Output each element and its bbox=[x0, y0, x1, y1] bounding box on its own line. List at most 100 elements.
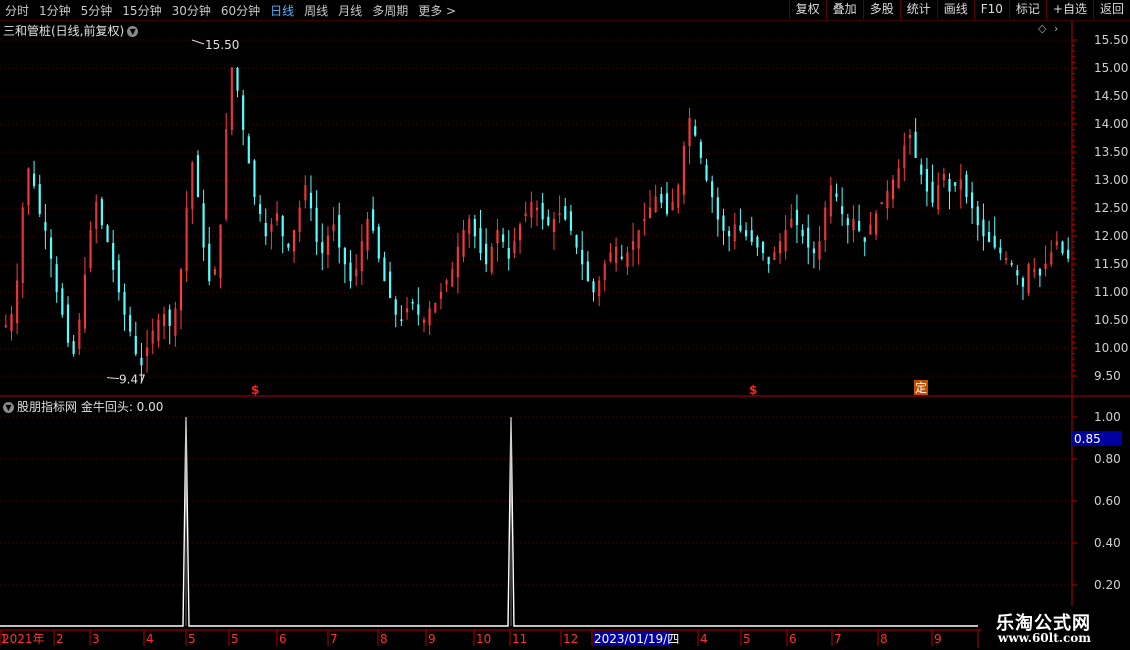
candle-body bbox=[225, 129, 228, 219]
candle-body bbox=[897, 168, 900, 189]
candle-body bbox=[626, 252, 629, 267]
candle-body bbox=[468, 218, 471, 234]
toolbar-button[interactable]: 叠加 bbox=[825, 0, 863, 19]
candle-body bbox=[140, 357, 143, 366]
candle-body bbox=[162, 314, 166, 326]
candle-body bbox=[846, 218, 849, 226]
current-value-label: 0.85 bbox=[1074, 432, 1101, 446]
candle-body bbox=[886, 190, 889, 209]
x-tick-label: 5 bbox=[231, 632, 239, 646]
candle-body bbox=[38, 184, 41, 214]
x-tick-label: 2021年 bbox=[2, 632, 45, 646]
period-tab[interactable]: 更多 > bbox=[413, 2, 461, 19]
candle-body bbox=[456, 246, 459, 278]
candle-body bbox=[485, 243, 488, 265]
candle-body bbox=[925, 169, 929, 192]
candle-body bbox=[954, 182, 957, 186]
candle-body bbox=[1061, 241, 1064, 254]
candle-body bbox=[10, 314, 13, 331]
indicator-tick-label: 0.80 bbox=[1094, 452, 1121, 466]
period-tab[interactable]: 周线 bbox=[299, 2, 333, 19]
candle-body bbox=[405, 308, 409, 313]
candle-body bbox=[615, 246, 618, 263]
toolbar-button[interactable]: 返回 bbox=[1092, 0, 1130, 19]
indicator-title[interactable]: ▼ 股朋指标网 金牛回头: 0.00 bbox=[3, 398, 163, 415]
candle-body bbox=[253, 160, 256, 198]
period-tab[interactable]: 5分钟 bbox=[76, 2, 118, 19]
candle-body bbox=[479, 228, 482, 254]
candle-body bbox=[790, 218, 793, 227]
price-tick-label: 14.00 bbox=[1094, 117, 1128, 131]
toolbar-button[interactable]: 多股 bbox=[862, 0, 900, 19]
ding-marker-box bbox=[914, 380, 928, 395]
chevron-down-icon[interactable]: ▼ bbox=[3, 402, 14, 413]
candle-body bbox=[355, 269, 358, 277]
candle-body bbox=[739, 225, 742, 231]
period-tab[interactable]: 月线 bbox=[333, 2, 367, 19]
period-tab[interactable]: 30分钟 bbox=[167, 2, 216, 19]
candle-body bbox=[496, 230, 499, 244]
candle-body bbox=[903, 146, 906, 168]
candle-body bbox=[377, 226, 380, 259]
candle-body bbox=[264, 222, 267, 237]
candle-body bbox=[134, 336, 137, 354]
toolbar-button[interactable]: 统计 bbox=[899, 0, 937, 19]
candle-body bbox=[959, 179, 962, 190]
candle-body bbox=[829, 185, 832, 217]
candle-body bbox=[1027, 263, 1030, 294]
candle-body bbox=[55, 264, 58, 293]
candle-body bbox=[795, 209, 799, 226]
period-tab[interactable]: 日线 bbox=[265, 2, 299, 19]
candle-body bbox=[908, 134, 912, 138]
candle-body bbox=[648, 207, 652, 219]
candle-body bbox=[1067, 249, 1070, 259]
price-tick-label: 11.50 bbox=[1094, 257, 1128, 271]
candle-body bbox=[366, 218, 369, 251]
candle-body bbox=[778, 241, 782, 254]
period-tab[interactable]: 15分钟 bbox=[117, 2, 166, 19]
candle-body bbox=[874, 213, 878, 235]
candle-body bbox=[145, 347, 149, 356]
candle-body bbox=[552, 218, 556, 233]
candle-body bbox=[609, 252, 612, 262]
period-tab[interactable]: 1分钟 bbox=[34, 2, 76, 19]
toolbar-button[interactable]: +自选 bbox=[1045, 0, 1093, 19]
period-tab[interactable]: 60分钟 bbox=[216, 2, 265, 19]
candle-body bbox=[208, 243, 211, 282]
toolbar-button[interactable]: 画线 bbox=[936, 0, 974, 19]
candle-body bbox=[112, 243, 115, 270]
candle-body bbox=[89, 230, 92, 268]
candle-body bbox=[999, 247, 1002, 254]
candle-body bbox=[4, 325, 7, 327]
stock-title[interactable]: 三和管桩(日线,前复权) ▼ bbox=[3, 22, 139, 39]
candle-body bbox=[168, 309, 171, 326]
chevron-right-icon[interactable]: › bbox=[1054, 22, 1058, 35]
x-tick-label: 9 bbox=[428, 632, 436, 646]
candle-body bbox=[462, 230, 465, 257]
candle-body bbox=[95, 202, 98, 229]
candle-body bbox=[705, 164, 708, 181]
candle-body bbox=[411, 302, 414, 304]
candle-body bbox=[592, 281, 595, 293]
candle-body bbox=[677, 185, 680, 208]
candle-body bbox=[733, 224, 736, 242]
period-tab[interactable]: 多周期 bbox=[367, 2, 413, 19]
candle-body bbox=[326, 235, 330, 255]
candle-body bbox=[1016, 270, 1019, 276]
toolbar-button[interactable]: 复权 bbox=[788, 0, 826, 19]
toolbar-button[interactable]: F10 bbox=[973, 0, 1009, 19]
x-tick-label: 7 bbox=[834, 632, 842, 646]
diamond-icon[interactable]: ◇ bbox=[1038, 22, 1046, 35]
candle-body bbox=[72, 341, 75, 354]
candle-body bbox=[654, 196, 657, 213]
candle-body bbox=[716, 197, 719, 220]
toolbar-button[interactable]: 标记 bbox=[1008, 0, 1046, 19]
chart-canvas[interactable]: 15.50 15.00 14.50 14.00 13.50 13.00 12.50 12.00… bbox=[0, 0, 1130, 650]
x-tick-label: 3 bbox=[92, 632, 100, 646]
candle-body bbox=[535, 207, 539, 211]
candle-body bbox=[1010, 263, 1013, 265]
chevron-down-icon[interactable]: ▼ bbox=[127, 26, 139, 37]
candle-body bbox=[83, 274, 87, 329]
candle-body bbox=[400, 319, 403, 321]
period-tab[interactable]: 分时 bbox=[0, 2, 34, 19]
